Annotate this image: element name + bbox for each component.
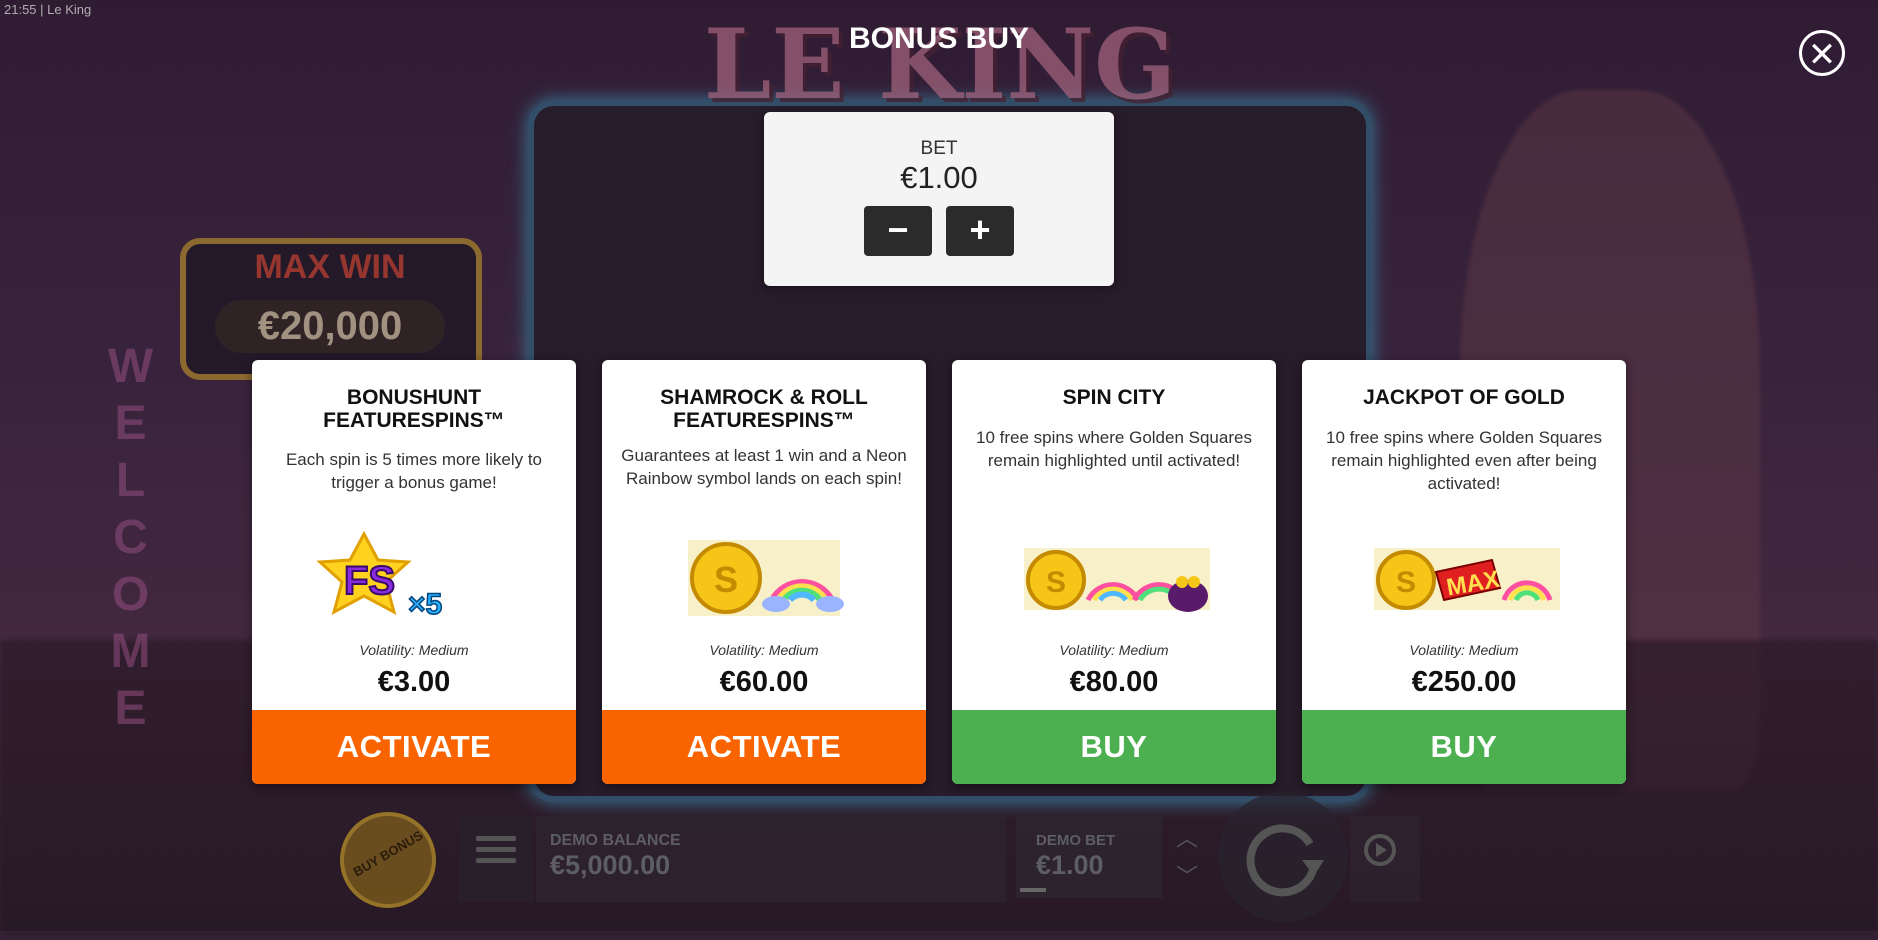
card-title: SPIN CITY [1062,386,1166,409]
bonus-card-bonushunt: BONUSHUNT FEATURESPINS™ Each spin is 5 t… [252,360,576,784]
buy-bonus-button[interactable]: BUY BONUS [340,812,436,908]
card-price: €3.00 [377,666,451,698]
coin-rainbow-pot-icon: S [1004,530,1224,626]
fs-x5-icon: FS ×5 [304,530,524,626]
close-icon: ✕ [1807,36,1837,74]
bet-panel: BET €1.00 − + [764,112,1114,286]
coin-rainbow-icon: S [654,530,874,626]
chevron-down-icon[interactable]: ﹀ [1164,858,1210,896]
card-description: Guarantees at least 1 win and a Neon Rai… [621,446,907,488]
chevron-up-icon[interactable]: ︿ [1164,820,1210,858]
activate-button[interactable]: ACTIVATE [252,710,576,784]
card-description: 10 free spins where Golden Squares remai… [1326,428,1602,493]
demo-balance-value: €5,000.00 [550,850,671,880]
spin-arrow-icon [1246,824,1324,897]
buy-button[interactable]: BUY [952,710,1276,784]
card-volatility: Volatility: Medium [1409,642,1519,658]
card-price: €250.00 [1411,666,1517,698]
svg-text:FS: FS [344,559,395,603]
svg-text:S: S [1046,566,1066,599]
card-price: €60.00 [719,666,809,698]
bonus-card-jackpot-of-gold: JACKPOT OF GOLD 10 free spins where Gold… [1302,360,1626,784]
hamburger-menu-icon [476,836,516,866]
demo-balance-label: DEMO BALANCE [550,832,681,849]
bet-label: BET [920,138,958,159]
card-title: SHAMROCK & ROLL FEATURESPINS™ [660,386,868,432]
demo-bet-value: €1.00 [1036,850,1104,880]
card-price: €80.00 [1069,666,1159,698]
card-description: Each spin is 5 times more likely to trig… [285,450,543,492]
modal-title: BONUS BUY [848,22,1029,55]
bet-stepper[interactable]: ︿ ﹀ [1164,820,1210,898]
svg-text:×5: ×5 [408,588,442,621]
bonus-card-spin-city: SPIN CITY 10 free spins where Golden Squ… [952,360,1276,784]
bonus-card-shamrock: SHAMROCK & ROLL FEATURESPINS™ Guarantees… [602,360,926,784]
card-volatility: Volatility: Medium [359,642,469,658]
demo-bet-label: DEMO BET [1036,832,1116,849]
buy-bonus-label: BUY BONUS [350,827,426,880]
coin-max-rainbow-icon: S MAX [1354,530,1574,626]
svg-text:S: S [1396,566,1416,599]
card-volatility: Volatility: Medium [709,642,819,658]
close-button[interactable]: ✕ [1799,30,1845,76]
card-title: JACKPOT OF GOLD [1363,386,1565,409]
svg-text:S: S [714,559,738,600]
buy-button[interactable]: BUY [1302,710,1626,784]
card-volatility: Volatility: Medium [1059,642,1169,658]
bet-value: €1.00 [900,160,978,195]
bet-decrease-button[interactable]: − [864,206,932,256]
card-description: 10 free spins where Golden Squares remai… [976,428,1252,470]
autoplay-icon[interactable] [1360,830,1400,870]
bet-increase-button[interactable]: + [946,206,1014,256]
card-title: BONUSHUNT FEATURESPINS™ [323,386,505,432]
bet-level-bar [1020,888,1046,892]
activate-button[interactable]: ACTIVATE [602,710,926,784]
